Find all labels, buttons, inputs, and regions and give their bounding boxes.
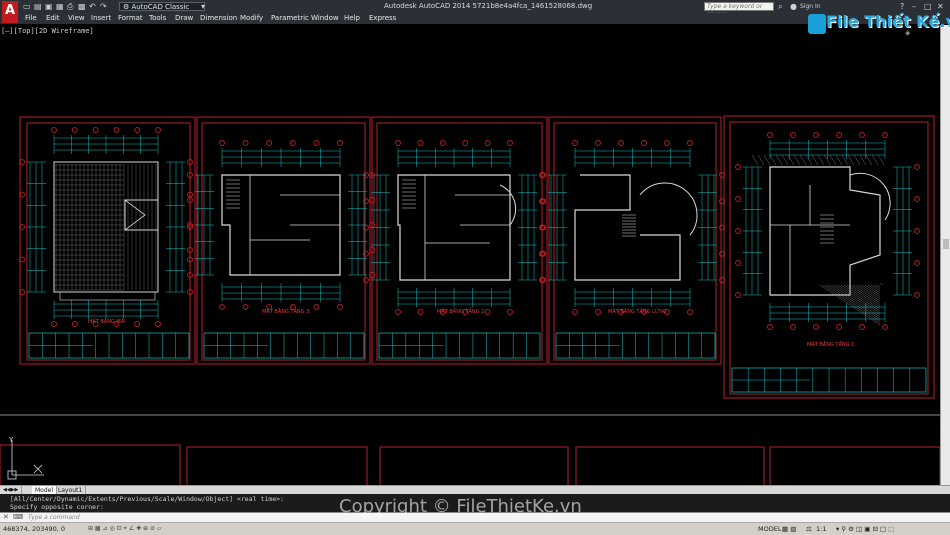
sheet-frame-5 <box>723 115 935 399</box>
undo-icon[interactable]: ↶ <box>89 2 96 11</box>
menu-draw[interactable]: Draw <box>175 13 193 24</box>
copyright-watermark: Copyright © FileThietKe.vn <box>339 496 582 517</box>
command-history-line-2: Specify opposite corner: <box>10 503 104 511</box>
filethietke-logo: File Thiết Kế.vn <box>808 10 950 38</box>
workspace-dropdown[interactable]: ⚙ AutoCAD Classic <box>119 2 205 11</box>
window-title: Autodesk AutoCAD 2014 5721b8e4a4fca_1461… <box>384 2 593 10</box>
menu-format[interactable]: Format <box>118 13 143 24</box>
sheet-inner-4 <box>553 122 717 361</box>
plan-label-floor3: MẶT BẰNG TẦNG 3 <box>262 309 310 315</box>
annotation-scale[interactable]: 1:1 <box>816 524 826 534</box>
workspace-label: AutoCAD Classic <box>131 3 190 11</box>
ucs-y-label: Y <box>8 436 14 444</box>
user-icon: ● <box>790 2 797 11</box>
new-file-icon[interactable]: ▭ <box>23 2 31 11</box>
plan-label-floor2: MẶT BẰNG TẦNG 2 <box>437 309 485 315</box>
annotation-scale-icon[interactable]: ⚖ <box>806 524 812 534</box>
sheet-inner-3 <box>376 122 543 361</box>
menu-tools[interactable]: Tools <box>149 13 166 24</box>
autocad-logo-icon[interactable]: A <box>2 1 18 23</box>
plan-label-floor1: MẶT BẰNG TẦNG 1 <box>807 342 855 348</box>
status-tray-icons[interactable]: ▾ ⚲ ⚙ ◫ ▣ ⊟ □ ⬚ <box>836 524 894 534</box>
model-space-button[interactable]: MODEL <box>758 524 781 534</box>
sheet-frame-1 <box>19 116 196 365</box>
sheet-frame-lower-2 <box>186 446 368 485</box>
sheet-frame-lower-1 <box>0 444 181 485</box>
menu-window[interactable]: Window <box>311 13 339 24</box>
ucs-icon <box>7 440 44 480</box>
redo-icon[interactable]: ↷ <box>100 2 107 11</box>
sheet-frame-lower-5 <box>769 446 940 485</box>
save-as-icon[interactable]: ▦ <box>56 2 64 11</box>
viewport-controls[interactable]: [–][Top][2D Wireframe] <box>1 27 94 35</box>
chevron-down-icon[interactable]: ▾ <box>201 2 205 11</box>
open-file-icon[interactable]: ▤ <box>34 2 42 11</box>
drawing-svg: Y <box>0 115 940 485</box>
plot-preview-icon[interactable]: ▩ <box>78 2 86 11</box>
drawing-canvas[interactable]: Y MẶT BẰNG MÁI MẶT BẰNG TẦNG 3 MẶT BẰNG … <box>0 25 940 485</box>
plan-lung-curve <box>639 182 698 236</box>
sheet-frame-lower-4 <box>575 446 765 485</box>
coordinates-readout[interactable]: 468374, 203490, 0 <box>3 524 65 534</box>
sheet-frame-2 <box>196 116 371 365</box>
plan-label-roof: MẶT BẰNG MÁI <box>88 319 126 325</box>
menu-modify[interactable]: Modify <box>240 13 263 24</box>
menu-express[interactable]: Express <box>369 13 396 24</box>
search-icon[interactable]: ⌕ <box>778 2 782 11</box>
close-command-icon[interactable]: ✕ <box>3 513 9 521</box>
close-button[interactable]: ✕ <box>937 2 944 11</box>
search-input[interactable]: Type a keyword or phrase <box>704 2 774 18</box>
plan-lung-walls <box>574 174 681 281</box>
menu-insert[interactable]: Insert <box>91 13 111 24</box>
drafting-toggle-icons[interactable]: ⊞ ▦ ⊿ ◎ ⊡ ⌖ ∠ ✚ ⊕ ⊘ ▱ <box>88 524 162 534</box>
plan-2-curve <box>499 184 517 226</box>
command-history-line-1: [All/Center/Dynamic/Extents/Previous/Sca… <box>10 495 284 503</box>
print-icon[interactable]: ⎙ <box>67 2 73 11</box>
menu-edit[interactable]: Edit <box>46 13 60 24</box>
command-tool-icon[interactable]: ⌨ <box>13 513 23 521</box>
quick-view-icons[interactable]: ▦ ▧ <box>782 524 796 534</box>
scrollbar-thumb[interactable] <box>943 239 949 249</box>
sheet-frame-lower-3 <box>379 446 569 485</box>
menu-view[interactable]: View <box>68 13 85 24</box>
workspace-gear-icon: ⚙ <box>123 3 132 11</box>
menu-parametric[interactable]: Parametric <box>271 13 309 24</box>
plan-2-walls <box>397 174 511 281</box>
plan-1-curve <box>849 172 891 221</box>
logo-text: File Thiết Kế.vn <box>826 12 950 31</box>
plan-label-mezzanine: MẶT BẰNG TẦNG LỬNG <box>608 309 667 315</box>
status-bar: 468374, 203490, 0 ⊞ ▦ ⊿ ◎ ⊡ ⌖ ∠ ✚ ⊕ ⊘ ▱ … <box>0 522 950 535</box>
save-icon[interactable]: ▣ <box>45 2 53 11</box>
logo-mark-icon <box>808 14 826 34</box>
sheet-inner-5 <box>729 121 929 395</box>
menu-file[interactable]: File <box>25 13 37 24</box>
vertical-scrollbar[interactable] <box>940 25 950 485</box>
menu-dimension[interactable]: Dimension <box>200 13 237 24</box>
command-input[interactable]: Type a command <box>28 514 80 522</box>
plan-roof <box>53 161 159 301</box>
menu-help[interactable]: Help <box>344 13 360 24</box>
